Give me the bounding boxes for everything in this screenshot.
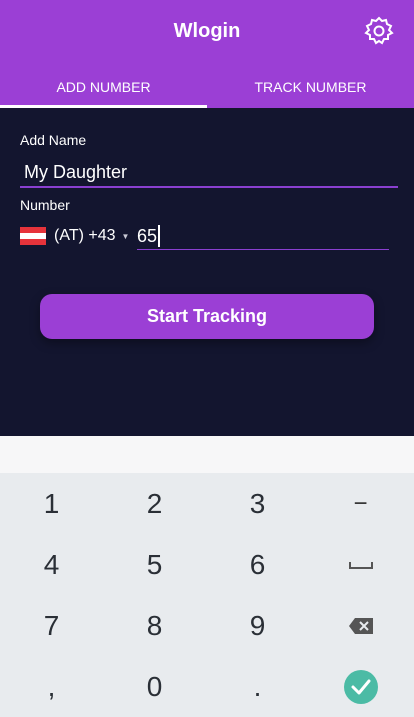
number-label: Number <box>20 197 70 213</box>
key-backspace[interactable] <box>309 595 412 656</box>
tab-add-number[interactable]: ADD NUMBER <box>0 66 207 108</box>
key-2[interactable]: 2 <box>103 473 206 534</box>
key-6[interactable]: 6 <box>206 534 309 595</box>
key-space[interactable] <box>309 534 412 595</box>
phone-number-input[interactable]: 65 <box>137 223 389 250</box>
key-3[interactable]: 3 <box>206 473 309 534</box>
start-tracking-button[interactable]: Start Tracking <box>40 294 374 339</box>
gear-icon[interactable] <box>362 14 396 48</box>
key-4[interactable]: 4 <box>0 534 103 595</box>
tab-track-number[interactable]: TRACK NUMBER <box>207 66 414 108</box>
key-comma[interactable]: , <box>0 656 103 717</box>
key-9[interactable]: 9 <box>206 595 309 656</box>
tab-bar: ADD NUMBER TRACK NUMBER <box>0 66 414 108</box>
phone-number-value: 65 <box>137 225 158 246</box>
key-7[interactable]: 7 <box>0 595 103 656</box>
key-done[interactable] <box>309 656 412 717</box>
key-0[interactable]: 0 <box>103 656 206 717</box>
country-code-selector[interactable]: (AT) +43 ▼ <box>54 227 129 245</box>
app-header: Wlogin ADD NUMBER TRACK NUMBER <box>0 0 414 108</box>
backspace-icon <box>348 617 373 634</box>
name-label: Add Name <box>20 132 87 148</box>
text-cursor <box>158 225 161 247</box>
country-code-label: (AT) +43 <box>54 227 116 244</box>
add-number-form: Add Name Number (AT) +43 ▼ 65 Start Trac… <box>0 108 414 436</box>
numeric-keypad: 1 2 3 − 4 5 6 7 8 9 , 0 . <box>0 473 414 717</box>
austria-flag-icon <box>20 227 46 245</box>
key-8[interactable]: 8 <box>103 595 206 656</box>
key-minus[interactable]: − <box>309 473 412 534</box>
checkmark-icon <box>343 669 378 704</box>
app-title: Wlogin <box>173 20 241 42</box>
key-1[interactable]: 1 <box>0 473 103 534</box>
caret-down-icon: ▼ <box>121 231 130 241</box>
key-period[interactable]: . <box>206 656 309 717</box>
key-5[interactable]: 5 <box>103 534 206 595</box>
keyboard-toolbar <box>0 436 414 473</box>
space-icon <box>348 561 373 569</box>
name-input[interactable] <box>20 158 398 188</box>
